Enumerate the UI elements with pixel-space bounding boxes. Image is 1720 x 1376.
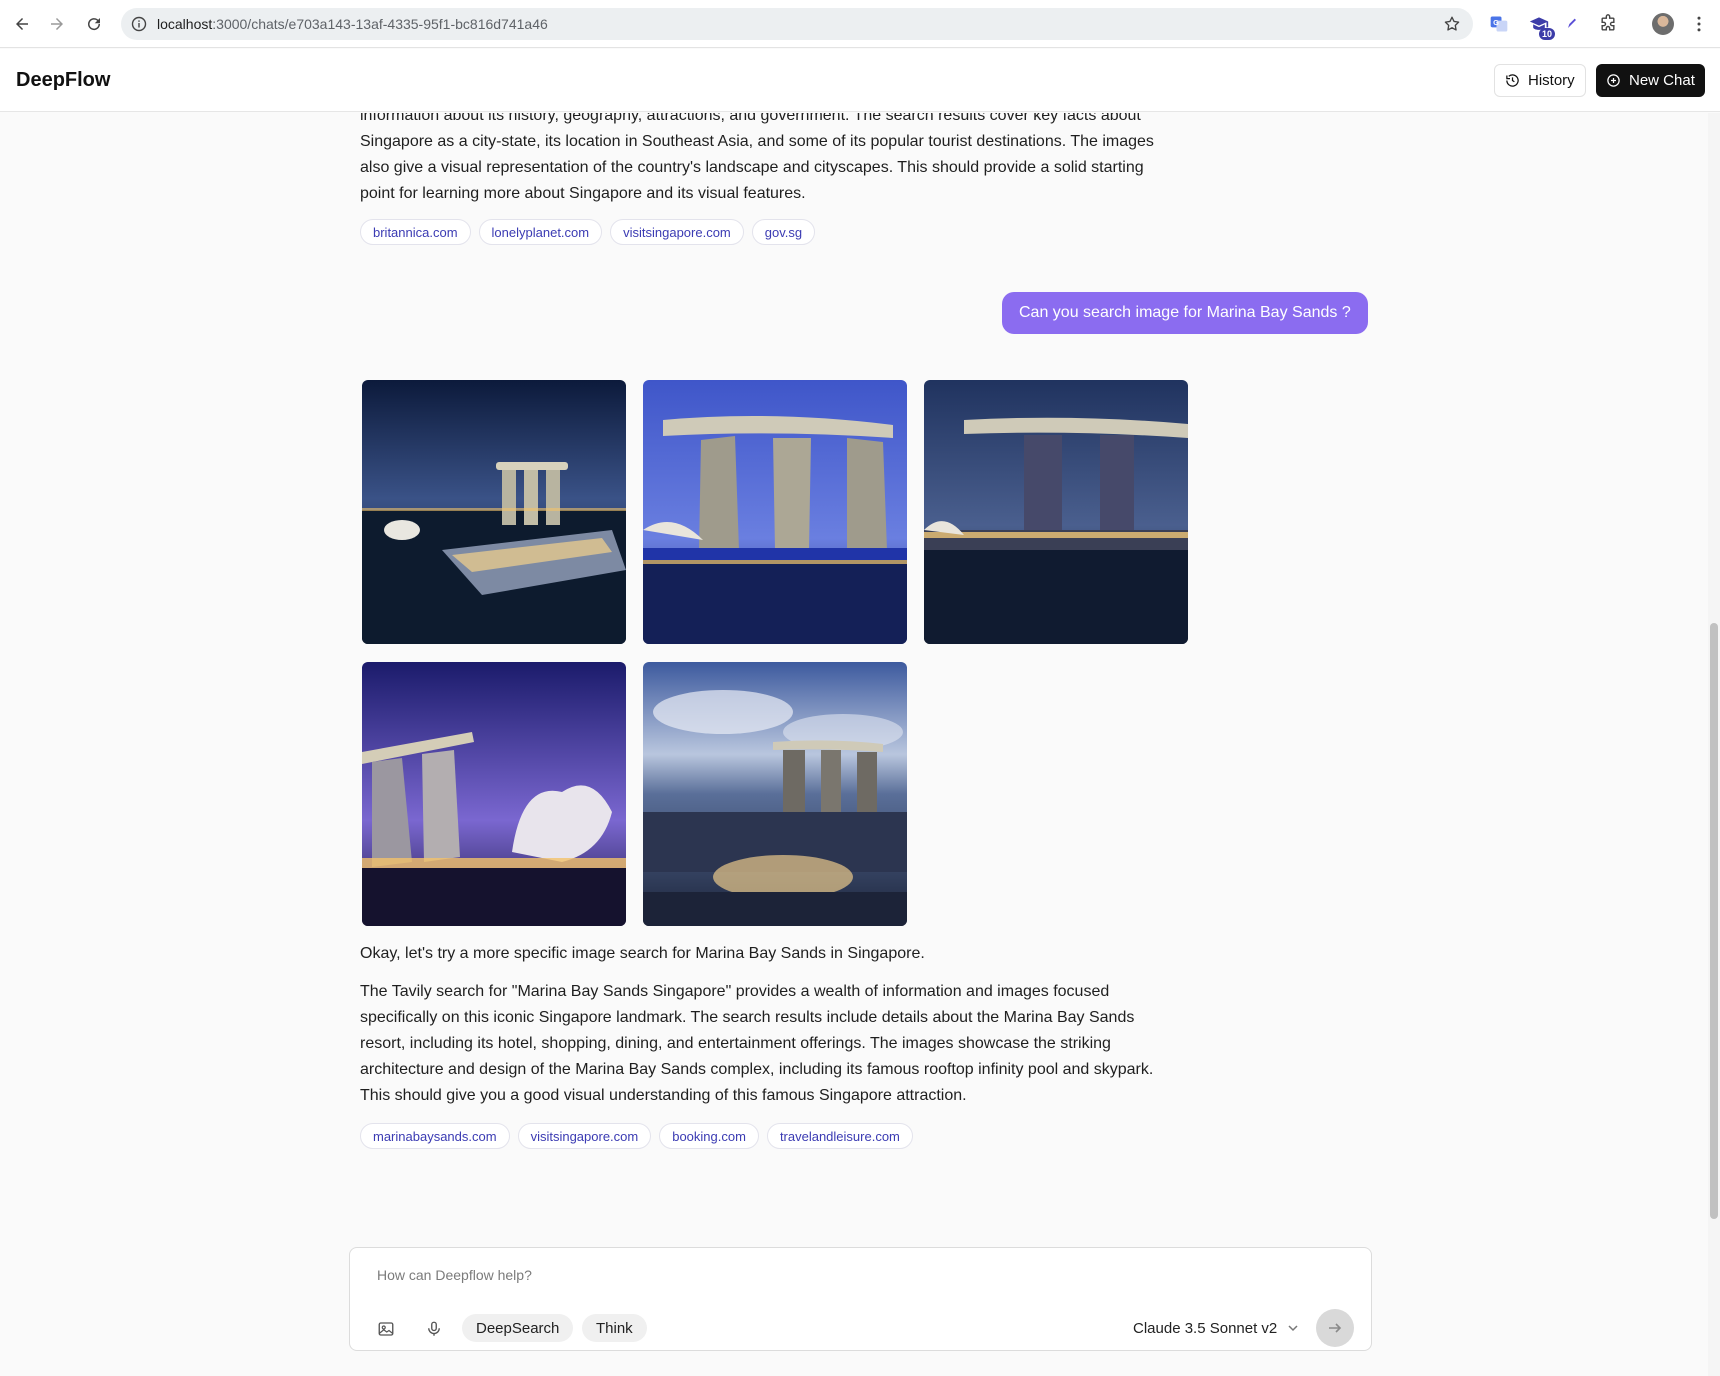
pen-extension-icon[interactable]	[1560, 12, 1584, 36]
result-image-4[interactable]	[362, 662, 626, 926]
svg-text:G: G	[1493, 18, 1499, 27]
source-chips: marinabaysands.com visitsingapore.com bo…	[360, 1123, 1190, 1149]
source-chips: britannica.com lonelyplanet.com visitsin…	[360, 219, 1190, 245]
deepsearch-toggle[interactable]: DeepSearch	[462, 1314, 574, 1342]
arrow-right-icon	[1329, 1323, 1342, 1333]
source-chip[interactable]: booking.com	[659, 1123, 759, 1149]
source-chip[interactable]: marinabaysands.com	[360, 1123, 510, 1149]
image-results-grid	[362, 380, 1192, 930]
new-chat-button[interactable]: New Chat	[1596, 64, 1705, 97]
puzzle-extensions-icon[interactable]	[1596, 12, 1620, 36]
microphone-icon[interactable]	[420, 1315, 448, 1343]
graduation-extension-icon[interactable]: 10	[1527, 12, 1555, 40]
profile-avatar[interactable]	[1652, 13, 1674, 35]
new-chat-label: New Chat	[1629, 72, 1695, 89]
bookmark-star-icon[interactable]	[1443, 15, 1461, 33]
url-path: :3000/chats/e703a143-13af-4335-95f1-bc81…	[212, 16, 548, 32]
chat-input[interactable]	[377, 1264, 1177, 1286]
browser-menu-icon[interactable]	[1687, 12, 1711, 36]
answer-line: information about its history, geography…	[360, 113, 1141, 124]
url-host: localhost	[157, 16, 213, 32]
history-label: History	[1528, 72, 1575, 89]
result-image-1[interactable]	[362, 380, 626, 644]
page-scrollbar[interactable]	[1708, 113, 1720, 1376]
history-button[interactable]: History	[1494, 64, 1586, 97]
answer-summary: The Tavily search for "Marina Bay Sands …	[360, 983, 1154, 1104]
user-message-bubble: Can you search image for Marina Bay Sand…	[1002, 292, 1368, 334]
extension-badge: 10	[1538, 28, 1555, 40]
app-header: DeepFlow History New Chat	[0, 49, 1720, 112]
model-name: Claude 3.5 Sonnet v2	[1133, 1319, 1278, 1337]
answer-line: point for learning more about Singapore …	[360, 185, 806, 202]
source-chip[interactable]: britannica.com	[360, 219, 471, 245]
assistant-message-2: Okay, let's try a more specific image se…	[360, 941, 1190, 1149]
chat-composer: DeepSearch Think Claude 3.5 Sonnet v2	[349, 1247, 1372, 1351]
source-chip[interactable]: lonelyplanet.com	[478, 219, 603, 245]
source-chip[interactable]: gov.sg	[751, 219, 816, 245]
back-icon[interactable]	[8, 10, 36, 38]
result-image-2[interactable]	[643, 380, 907, 644]
site-info-icon[interactable]	[131, 16, 147, 32]
brand-logo[interactable]: DeepFlow	[16, 69, 110, 92]
assistant-message-1: information about its history, geography…	[360, 113, 1190, 245]
image-upload-icon[interactable]	[372, 1315, 400, 1343]
address-bar[interactable]: localhost:3000/chats/e703a143-13af-4335-…	[121, 8, 1473, 40]
answer-line: Singapore as a city-state, its location …	[360, 133, 1154, 150]
reload-icon[interactable]	[80, 10, 108, 38]
source-chip[interactable]: visitsingapore.com	[517, 1123, 652, 1149]
chat-scroll-area[interactable]: information about its history, geography…	[0, 113, 1708, 1376]
answer-line: also give a visual representation of the…	[360, 159, 1144, 176]
chevron-down-icon	[1288, 1325, 1298, 1332]
think-toggle[interactable]: Think	[582, 1314, 647, 1342]
browser-toolbar: localhost:3000/chats/e703a143-13af-4335-…	[0, 0, 1720, 48]
plus-circle-icon	[1607, 74, 1620, 87]
source-chip[interactable]: travelandleisure.com	[766, 1123, 913, 1149]
history-icon	[1506, 74, 1519, 87]
send-button[interactable]	[1316, 1309, 1354, 1347]
translate-extension-icon[interactable]: G	[1487, 12, 1511, 36]
forward-icon[interactable]	[43, 10, 71, 38]
scrollbar-thumb[interactable]	[1710, 623, 1718, 1219]
result-image-5[interactable]	[643, 662, 907, 926]
source-chip[interactable]: visitsingapore.com	[610, 219, 744, 245]
answer-intro: Okay, let's try a more specific image se…	[360, 945, 925, 962]
model-selector[interactable]: Claude 3.5 Sonnet v2	[1133, 1314, 1299, 1342]
result-image-3[interactable]	[924, 380, 1188, 644]
